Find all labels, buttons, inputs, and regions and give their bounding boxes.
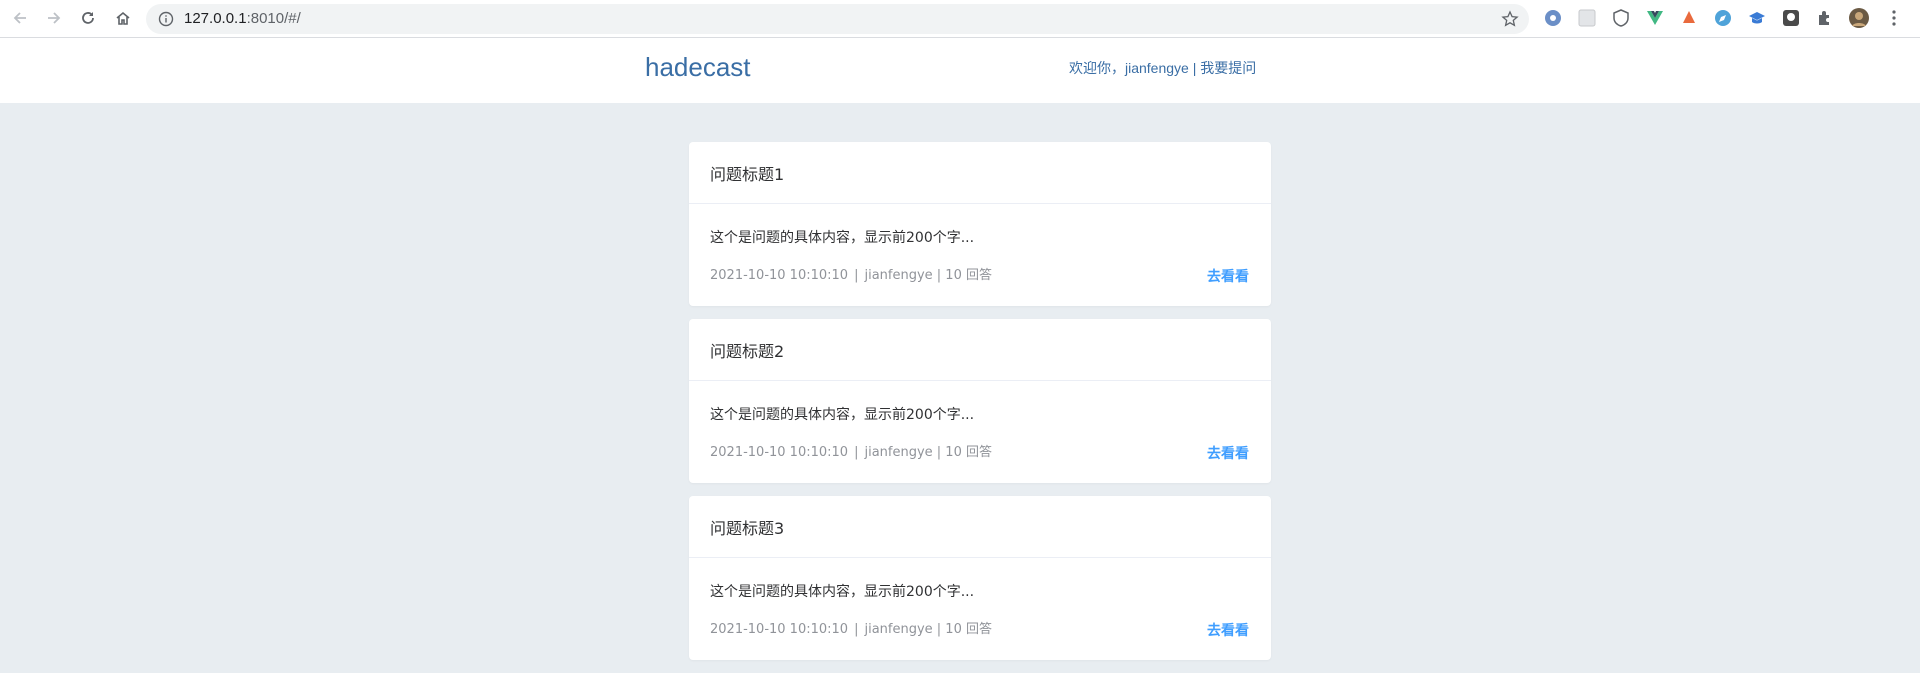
question-meta: 2021-10-10 10:10:10 | jianfengye | 10 回答 (710, 441, 992, 460)
question-excerpt: 这个是问题的具体内容，显示前200个字... (710, 230, 975, 246)
meta-separator: | (854, 445, 859, 460)
question-time: 2021-10-10 10:10:10 (710, 268, 849, 283)
ask-question-link[interactable]: 我要提问 (1200, 60, 1256, 76)
site-header: hadecast 欢迎你，jianfengye | 我要提问 (0, 38, 1920, 103)
address-bar[interactable]: 127.0.0.1:8010/#/ (146, 4, 1529, 34)
question-excerpt: 这个是问题的具体内容，显示前200个字... (710, 584, 975, 600)
browser-menu-icon[interactable] (1884, 8, 1904, 28)
url-text: 127.0.0.1:8010/#/ (184, 10, 301, 27)
question-card: 问题标题3 这个是问题的具体内容，显示前200个字... 2021-10-10 … (689, 496, 1271, 660)
question-author-answers: jianfengye | 10 回答 (864, 268, 992, 283)
extension-compass-icon[interactable] (1713, 8, 1733, 28)
question-author-answers: jianfengye | 10 回答 (864, 622, 992, 637)
extension-graduation-icon[interactable] (1747, 8, 1767, 28)
view-question-link[interactable]: 去看看 (1207, 266, 1249, 286)
question-list: 问题标题1 这个是问题的具体内容，显示前200个字... 2021-10-10 … (689, 142, 1271, 673)
question-card: 问题标题2 这个是问题的具体内容，显示前200个字... 2021-10-10 … (689, 319, 1271, 483)
browser-toolbar: 127.0.0.1:8010/#/ (0, 0, 1920, 38)
reload-icon[interactable] (77, 7, 99, 29)
question-meta: 2021-10-10 10:10:10 | jianfengye | 10 回答 (710, 264, 992, 283)
extension-grid-icon[interactable] (1577, 8, 1597, 28)
question-title[interactable]: 问题标题2 (689, 319, 1271, 381)
question-excerpt: 这个是问题的具体内容，显示前200个字... (710, 407, 975, 423)
user-nav: 欢迎你，jianfengye | 我要提问 (1069, 58, 1256, 78)
extension-dark-square-icon[interactable] (1781, 8, 1801, 28)
question-title[interactable]: 问题标题3 (689, 496, 1271, 558)
extension-shield-icon[interactable] (1611, 8, 1631, 28)
meta-separator: | (854, 268, 859, 283)
question-time: 2021-10-10 10:10:10 (710, 445, 849, 460)
question-card: 问题标题1 这个是问题的具体内容，显示前200个字... 2021-10-10 … (689, 142, 1271, 306)
bookmark-star-icon[interactable] (1501, 10, 1519, 28)
extension-blue-icon[interactable] (1543, 8, 1563, 28)
back-icon[interactable] (9, 7, 31, 29)
home-icon[interactable] (112, 7, 134, 29)
view-question-link[interactable]: 去看看 (1207, 620, 1249, 640)
question-title[interactable]: 问题标题1 (689, 142, 1271, 204)
info-icon[interactable] (158, 11, 174, 27)
vue-devtools-icon[interactable] (1645, 8, 1665, 28)
question-meta: 2021-10-10 10:10:10 | jianfengye | 10 回答 (710, 618, 992, 637)
question-time: 2021-10-10 10:10:10 (710, 622, 849, 637)
extension-orange-icon[interactable] (1679, 8, 1699, 28)
forward-icon[interactable] (43, 7, 65, 29)
nav-divider: | (1188, 60, 1201, 76)
site-logo[interactable]: hadecast (645, 52, 751, 83)
extensions-puzzle-icon[interactable] (1815, 8, 1835, 28)
question-author-answers: jianfengye | 10 回答 (864, 445, 992, 460)
welcome-user-link[interactable]: 欢迎你，jianfengye (1069, 60, 1189, 76)
view-question-link[interactable]: 去看看 (1207, 443, 1249, 463)
meta-separator: | (854, 622, 859, 637)
profile-avatar[interactable] (1849, 8, 1869, 28)
